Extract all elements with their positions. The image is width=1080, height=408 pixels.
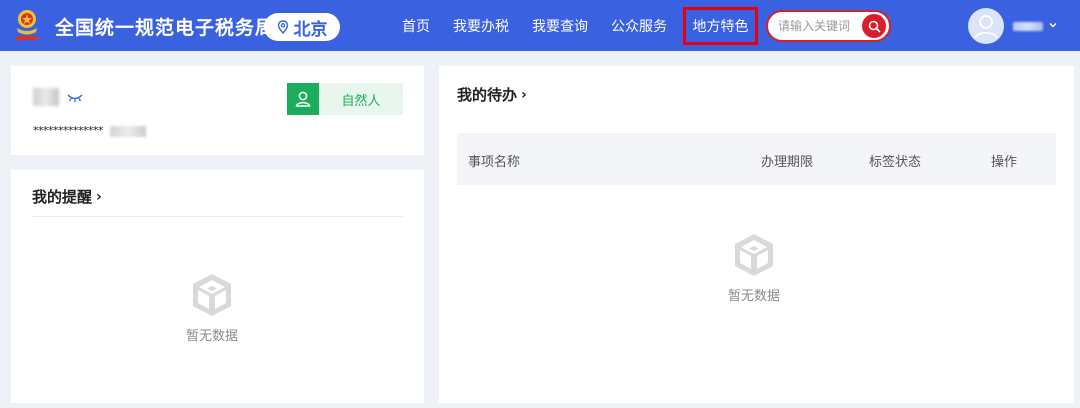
nav-query[interactable]: 我要查询 [532,16,588,36]
todo-card: 我的待办 › 事项名称 办理期限 标签状态 操作 暂无数据 [439,66,1074,403]
todo-title: 我的待办 [457,86,518,104]
todo-title-link[interactable]: 我的待办 › [457,84,527,105]
column-header-item-name: 事项名称 [468,155,521,170]
divider [32,216,403,217]
role-icon-box [287,83,319,115]
location-pin-icon [277,20,288,34]
nav-public-service[interactable]: 公众服务 [611,16,667,36]
column-header-tag-status: 标签状态 [869,155,922,170]
chevron-right-icon: › [96,188,102,205]
masked-id-number: ************** [33,124,104,137]
todo-table-header: 事项名称 办理期限 标签状态 操作 [457,133,1056,185]
empty-text: 暂无数据 [728,289,781,304]
search-button[interactable] [862,14,886,38]
reminders-card: 我的提醒 › 暂无数据 [11,170,424,403]
todo-empty-state: 暂无数据 [728,231,780,304]
user-name-redacted [33,88,59,106]
username-redacted[interactable] [1013,22,1043,31]
profile-card: ************** 自然人 [11,66,424,155]
search-input[interactable] [778,19,868,33]
user-avatar-icon [974,15,998,39]
role-label: 自然人 [341,93,381,109]
column-header-deadline: 办理期限 [761,155,814,170]
id-tail-redacted [110,126,146,137]
top-header: 全国统一规范电子税务局 北京 首页 我要办税 我要查询 公众服务 地方特色 [0,0,1080,51]
nav-home[interactable]: 首页 [402,16,430,36]
empty-cube-icon [735,234,773,276]
search-icon [868,20,880,32]
region-label: 北京 [293,19,328,40]
empty-text: 暂无数据 [186,329,239,344]
search-box [766,10,891,42]
chevron-right-icon: › [521,86,527,103]
reminders-empty-state: 暂无数据 [186,271,238,344]
nav-tax-handling[interactable]: 我要办税 [453,16,509,36]
person-icon [295,91,311,107]
reminders-title-link[interactable]: 我的提醒 › [32,186,102,207]
nav-local-features[interactable]: 地方特色 [683,7,758,45]
tax-emblem-icon[interactable] [14,8,40,42]
role-badge[interactable]: 自然人 [287,83,403,115]
reminders-title: 我的提醒 [32,188,93,206]
user-avatar[interactable] [968,8,1004,44]
eye-closed-icon[interactable] [66,93,84,103]
empty-cube-icon [193,274,231,316]
site-title[interactable]: 全国统一规范电子税务局 [55,13,275,40]
column-header-action: 操作 [991,155,1018,170]
chevron-down-icon[interactable] [1048,20,1058,30]
region-selector[interactable]: 北京 [264,13,340,41]
